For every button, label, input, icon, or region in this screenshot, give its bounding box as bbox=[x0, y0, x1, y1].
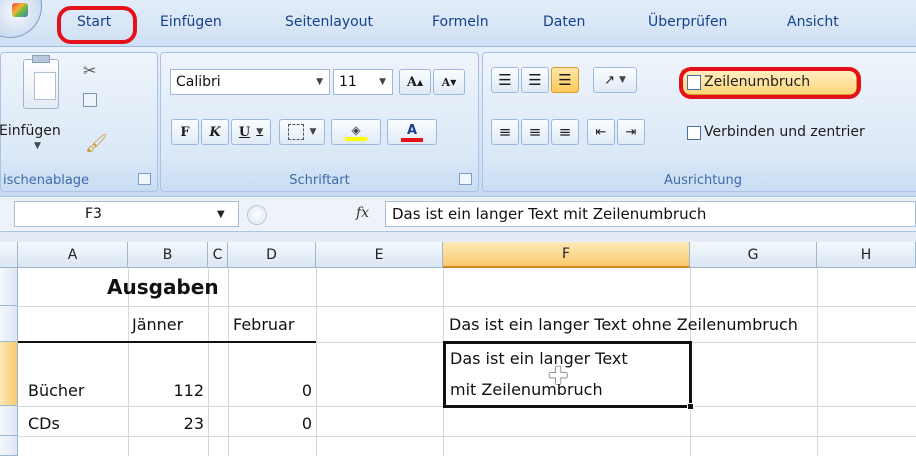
cell-f3-line2: mit Zeilenumbruch bbox=[450, 380, 603, 399]
font-size-value: 11 bbox=[339, 74, 357, 90]
row-header-3[interactable] bbox=[0, 342, 18, 406]
align-bottom-button[interactable]: ☰ bbox=[551, 67, 579, 93]
cell-d4: 0 bbox=[301, 414, 312, 433]
cut-icon[interactable]: ✂ bbox=[83, 61, 96, 80]
format-painter-icon[interactable]: 🖌 bbox=[85, 133, 108, 154]
cell-b2: Jänner bbox=[132, 315, 184, 334]
cell-a4: CDs bbox=[28, 414, 60, 433]
tab-seitenlayout[interactable]: Seitenlayout bbox=[285, 14, 373, 30]
select-all-corner[interactable] bbox=[0, 242, 18, 268]
increase-indent-button[interactable]: ⇥ bbox=[617, 119, 645, 145]
clipboard-group-label: ischenablage bbox=[3, 173, 90, 188]
font-family-combo[interactable]: Calibri ▼ bbox=[170, 69, 330, 95]
borders-icon bbox=[287, 124, 304, 140]
cell-b4: 23 bbox=[183, 414, 204, 433]
chevron-down-icon[interactable]: ▼ bbox=[217, 209, 225, 220]
tab-ansicht[interactable]: Ansicht bbox=[787, 14, 839, 30]
font-group-label: Schriftart bbox=[289, 173, 350, 188]
align-top-button[interactable]: ☰ bbox=[491, 67, 519, 93]
grow-font-button[interactable]: A ▲ bbox=[399, 69, 431, 95]
fill-handle[interactable] bbox=[687, 403, 694, 410]
office-logo-icon bbox=[12, 3, 28, 17]
cell-d2: Februar bbox=[233, 315, 295, 334]
start-tab-highlight-ring bbox=[57, 6, 137, 44]
cell-f2: Das ist ein langer Text ohne Zeilenumbru… bbox=[449, 315, 798, 334]
underline-button[interactable]: U ▼ bbox=[231, 119, 271, 145]
formula-input[interactable]: Das ist ein langer Text mit Zeilenumbruc… bbox=[385, 201, 916, 227]
align-left-button[interactable]: ≡ bbox=[491, 119, 519, 145]
insert-function-circle-icon[interactable] bbox=[247, 205, 267, 225]
row-header-2[interactable] bbox=[0, 306, 18, 342]
tab-formeln[interactable]: Formeln bbox=[432, 14, 489, 30]
paste-dropdown-arrow[interactable]: ▼ bbox=[34, 141, 41, 151]
row-header-1[interactable] bbox=[0, 268, 18, 306]
column-header-d[interactable]: D bbox=[228, 242, 316, 268]
chevron-down-icon[interactable]: ▼ bbox=[316, 77, 323, 87]
font-family-value: Calibri bbox=[176, 74, 221, 90]
font-size-combo[interactable]: 11 ▼ bbox=[333, 69, 393, 95]
align-center-button[interactable]: ≡ bbox=[521, 119, 549, 145]
tab-einfuegen[interactable]: Einfügen bbox=[160, 14, 222, 30]
font-group: Calibri ▼ 11 ▼ A ▲ A ▼ F K U ▼ ▼ ◈ A Schrif… bbox=[160, 52, 479, 192]
paste-icon[interactable] bbox=[23, 55, 59, 109]
merge-center-label: Verbinden und zentrier bbox=[704, 124, 865, 140]
column-header-f[interactable]: F bbox=[443, 242, 690, 268]
font-launcher-icon[interactable] bbox=[459, 173, 472, 185]
font-color-swatch bbox=[401, 137, 423, 142]
cell-b3: 112 bbox=[173, 381, 204, 400]
chevron-down-icon[interactable]: ▼ bbox=[310, 127, 317, 137]
row-header-5[interactable] bbox=[0, 436, 18, 456]
cell-title: Ausgaben bbox=[107, 275, 219, 299]
column-header-a[interactable]: A bbox=[18, 242, 128, 268]
tab-daten[interactable]: Daten bbox=[543, 14, 585, 30]
paint-bucket-icon: ◈ bbox=[351, 123, 361, 137]
align-middle-button[interactable]: ☰ bbox=[521, 67, 549, 93]
fill-color-button[interactable]: ◈ bbox=[331, 119, 381, 145]
borders-button[interactable]: ▼ bbox=[279, 119, 325, 145]
merge-center-icon bbox=[687, 126, 701, 140]
wrap-text-highlight-ring bbox=[679, 67, 861, 99]
row-header-4[interactable] bbox=[0, 406, 18, 436]
orientation-button[interactable]: ↗ ▼ bbox=[593, 67, 637, 93]
column-header-h[interactable]: H bbox=[817, 242, 916, 268]
mouse-cursor-icon: ✚ bbox=[548, 362, 569, 390]
column-header-e[interactable]: E bbox=[316, 242, 443, 268]
decrease-indent-button[interactable]: ⇤ bbox=[587, 119, 615, 145]
underline-label: U bbox=[238, 124, 251, 140]
italic-button[interactable]: K bbox=[201, 119, 229, 145]
chevron-down-icon[interactable]: ▼ bbox=[256, 127, 263, 137]
tab-ueberpruefen[interactable]: Überprüfen bbox=[648, 14, 727, 30]
chevron-down-icon[interactable]: ▼ bbox=[379, 77, 386, 87]
fill-color-swatch bbox=[345, 137, 367, 141]
font-color-button[interactable]: A bbox=[387, 119, 437, 145]
clipboard-launcher-icon[interactable] bbox=[138, 173, 151, 185]
header-bottom-border bbox=[18, 341, 316, 343]
shrink-font-button[interactable]: A ▼ bbox=[433, 69, 465, 95]
font-color-icon: A bbox=[406, 122, 418, 138]
clipboard-group: Einfügen ▼ ✂ 🖌 ischenablage bbox=[0, 52, 158, 192]
fx-icon[interactable]: fx bbox=[356, 205, 369, 221]
copy-icon[interactable] bbox=[83, 93, 97, 107]
cell-a3: Bücher bbox=[28, 381, 85, 400]
bold-button[interactable]: F bbox=[171, 119, 199, 145]
merge-center-button[interactable]: Verbinden und zentrier bbox=[681, 119, 916, 145]
column-header-g[interactable]: G bbox=[690, 242, 817, 268]
align-right-button[interactable]: ≡ bbox=[551, 119, 579, 145]
column-header-c[interactable]: C bbox=[208, 242, 228, 268]
name-box-value: F3 bbox=[85, 206, 102, 222]
alignment-group-label: Ausrichtung bbox=[663, 173, 743, 188]
cell-d3: 0 bbox=[301, 381, 312, 400]
name-box[interactable]: F3 ▼ bbox=[14, 201, 239, 227]
column-header-b[interactable]: B bbox=[128, 242, 208, 268]
alignment-group: ☰ ☰ ☰ ↗ ▼ ≡ ≡ ≡ ⇤ ⇥ Zeilenumbruch Verbind… bbox=[482, 52, 916, 192]
cell-f3-line1: Das ist ein langer Text bbox=[450, 349, 628, 368]
paste-button-label[interactable]: Einfügen bbox=[0, 123, 61, 139]
